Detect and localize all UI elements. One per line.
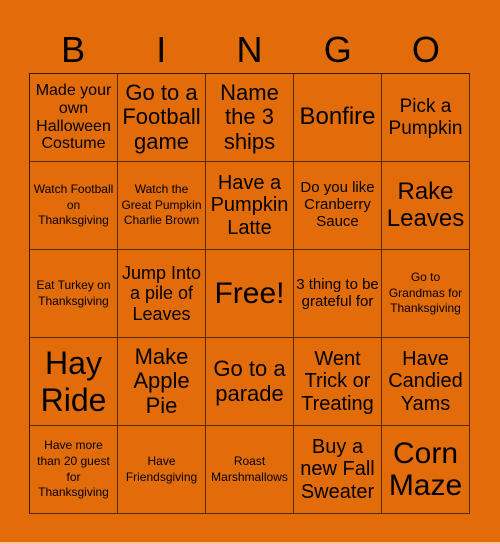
bingo-cell[interactable]: Do you like Cranberry Sauce <box>294 162 382 250</box>
bingo-cell[interactable]: Watch Football on Thanksgiving <box>30 162 118 250</box>
bingo-cell[interactable]: Made your own Halloween Costume <box>30 74 118 162</box>
cell-text: Eat Turkey on Thanksgiving <box>36 277 111 308</box>
bingo-cell[interactable]: Have Friendsgiving <box>118 426 206 514</box>
bingo-cell[interactable]: Name the 3 ships <box>206 74 294 162</box>
cell-text: Watch Football on Thanksgiving <box>33 182 114 228</box>
bingo-cell[interactable]: Pick a Pumpkin <box>382 74 470 162</box>
bingo-cell[interactable]: Jump Into a pile of Leaves <box>118 250 206 338</box>
bingo-cell[interactable]: Go to a parade <box>206 338 294 426</box>
cell-text: Have Friendsgiving <box>125 453 198 484</box>
bingo-cell[interactable]: 3 thing to be grateful for <box>294 250 382 338</box>
bingo-cell[interactable]: Have Candied Yams <box>382 338 470 426</box>
bingo-cell[interactable]: Make Apple Pie <box>118 338 206 426</box>
free-space-text: Free! <box>214 276 285 310</box>
bingo-cell[interactable]: Go to a Football game <box>118 74 206 162</box>
cell-text: Jump Into a pile of Leaves <box>121 263 202 324</box>
cell-text: Go to Grandmas for Thanksgiving <box>388 270 463 316</box>
cell-text: Buy a new Fall Sweater <box>300 435 375 503</box>
bingo-cell[interactable]: Eat Turkey on Thanksgiving <box>30 250 118 338</box>
bingo-cell[interactable]: Rake Leaves <box>382 162 470 250</box>
cell-text: Corn Maze <box>388 437 463 502</box>
cell-text: Hay Ride <box>40 344 107 418</box>
cell-text: Watch the Great Pumpkin Charlie Brown <box>121 182 202 228</box>
cell-text: Made your own Halloween Costume <box>35 81 112 153</box>
cell-text: Roast Marshmallows <box>211 453 288 484</box>
cell-text: Bonfire <box>299 103 376 131</box>
header-letter-g: G <box>323 29 352 70</box>
header-letter-o: O <box>411 29 440 70</box>
bingo-cell[interactable]: Go to Grandmas for Thanksgiving <box>382 250 470 338</box>
bingo-cell[interactable]: Hay Ride <box>30 338 118 426</box>
bingo-cell[interactable]: Have a Pumpkin Latte <box>206 162 294 250</box>
cell-text: Went Trick or Treating <box>301 347 374 415</box>
bingo-cell[interactable]: Went Trick or Treating <box>294 338 382 426</box>
cell-text: Go to a Football game <box>122 79 201 154</box>
cell-text: Name the 3 ships <box>220 79 279 154</box>
cell-text: Have Candied Yams <box>388 347 463 415</box>
cell-text: Go to a parade <box>213 355 286 406</box>
header-letter-i: I <box>156 29 167 70</box>
header-letter-n: N <box>236 29 263 70</box>
cell-text: Have a Pumpkin Latte <box>210 171 289 239</box>
bingo-header: B I N G O <box>29 30 470 70</box>
bingo-cell[interactable]: Buy a new Fall Sweater <box>294 426 382 514</box>
cell-text: Pick a Pumpkin <box>388 96 463 139</box>
bingo-cell[interactable]: Roast Marshmallows <box>206 426 294 514</box>
bingo-board: Made your own Halloween Costume Go to a … <box>29 73 470 514</box>
bingo-cell[interactable]: Have more than 20 guest for Thanksgiving <box>30 426 118 514</box>
bingo-cell[interactable]: Corn Maze <box>382 426 470 514</box>
bingo-cell[interactable]: Watch the Great Pumpkin Charlie Brown <box>118 162 206 250</box>
cell-text: Rake Leaves <box>386 177 465 232</box>
cell-text: Make Apple Pie <box>133 343 190 418</box>
cell-text: Have more than 20 guest for Thanksgiving <box>37 438 110 500</box>
bingo-cell-free[interactable]: Free! <box>206 250 294 338</box>
cell-text: Do you like Cranberry Sauce <box>300 179 375 230</box>
header-letter-b: B <box>61 29 86 70</box>
bingo-cell[interactable]: Bonfire <box>294 74 382 162</box>
cell-text: 3 thing to be grateful for <box>296 275 379 310</box>
